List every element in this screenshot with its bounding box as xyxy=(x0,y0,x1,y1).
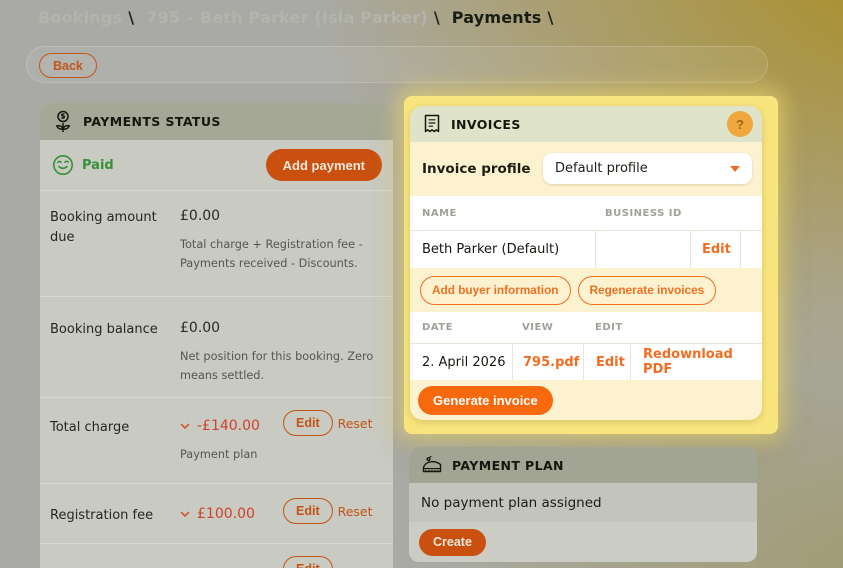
booking-balance-row: Booking balance £0.00 Net position for t… xyxy=(40,296,393,397)
invoice-profile-section: Invoice profile Default profile xyxy=(410,142,762,196)
payment-plan-header: PAYMENT PLAN xyxy=(409,447,757,483)
row-description: Net position for this booking. Zero mean… xyxy=(180,350,374,382)
buyer-table-row: Beth Parker (Default) Edit xyxy=(410,230,762,268)
column-header-view: VIEW xyxy=(522,322,554,333)
invoice-date-cell: 2. April 2026 xyxy=(422,354,506,370)
row-label: Total charge xyxy=(50,420,130,435)
row-label: Booking balance xyxy=(50,322,158,337)
invoice-profile-label: Invoice profile xyxy=(422,161,531,177)
toolbar: Back xyxy=(26,46,768,83)
row-value: -£140.00 xyxy=(197,418,260,434)
reset-total-charge-link[interactable]: Reset xyxy=(338,416,373,431)
row-description: Total charge + Registration fee - Paymen… xyxy=(180,238,363,270)
buyers-table-header: NAME BUSINESS ID xyxy=(410,196,762,230)
generate-invoice-button[interactable]: Generate invoice xyxy=(418,385,553,415)
breadcrumb-bookings[interactable]: Bookings xyxy=(38,8,122,27)
payment-plan-empty-message: No payment plan assigned xyxy=(409,483,757,522)
registration-fee-row: Registration fee £100.00 Edit Reset xyxy=(40,483,393,543)
edit-button[interactable]: Edit xyxy=(283,556,333,568)
edit-registration-fee-button[interactable]: Edit xyxy=(283,498,333,524)
payments-status-title: PAYMENTS STATUS xyxy=(83,114,221,129)
invoice-receipt-icon xyxy=(424,114,440,133)
caret-down-icon xyxy=(730,166,740,172)
invoices-panel: INVOICES ? Invoice profile Default profi… xyxy=(410,106,762,420)
breadcrumb-separator: \ xyxy=(547,8,554,27)
row-value: £0.00 xyxy=(180,320,221,336)
generate-invoice-section: Generate invoice xyxy=(410,380,762,420)
edit-buyer-link[interactable]: Edit xyxy=(702,242,731,257)
invoices-header: INVOICES ? xyxy=(410,106,762,142)
breadcrumb-booking-795[interactable]: 795 – Beth Parker (Isla Parker) xyxy=(146,8,428,27)
invoice-files-table-header: DATE VIEW EDIT xyxy=(410,312,762,344)
status-badge: Paid xyxy=(82,157,114,173)
breadcrumb-separator: \ xyxy=(128,8,135,27)
invoice-file-row: 2. April 2026 795.pdf Edit Redownload PD… xyxy=(410,344,762,380)
add-buyer-information-button[interactable]: Add buyer information xyxy=(420,275,571,305)
next-row-partial: Edit xyxy=(40,543,393,568)
edit-invoice-link[interactable]: Edit xyxy=(596,355,625,370)
payment-plan-title: PAYMENT PLAN xyxy=(452,457,564,473)
chevron-down-icon[interactable] xyxy=(180,418,190,434)
create-payment-plan-button[interactable]: Create xyxy=(419,528,486,556)
row-value: £0.00 xyxy=(180,208,221,224)
help-button[interactable]: ? xyxy=(727,111,753,137)
smiley-icon xyxy=(53,155,73,175)
add-payment-button[interactable]: Add payment xyxy=(265,149,382,181)
column-header-name: NAME xyxy=(422,207,457,219)
row-label: Booking amount due xyxy=(50,210,157,245)
reset-registration-fee-link[interactable]: Reset xyxy=(338,504,373,519)
cake-slice-icon xyxy=(422,456,442,473)
breadcrumb-payments: Payments xyxy=(451,8,542,27)
breadcrumb: Bookings \ 795 – Beth Parker (Isla Parker… xyxy=(38,8,560,27)
invoice-profile-value: Default profile xyxy=(555,161,648,176)
row-description: Payment plan xyxy=(180,448,258,461)
back-button[interactable]: Back xyxy=(39,53,97,78)
row-value: £100.00 xyxy=(197,506,255,522)
buyer-name-cell: Beth Parker (Default) xyxy=(422,242,560,257)
payments-status-header: PAYMENTS STATUS xyxy=(40,103,393,140)
invoices-title: INVOICES xyxy=(451,116,521,132)
chevron-down-icon[interactable] xyxy=(180,506,190,522)
payment-plan-footer: Create xyxy=(409,522,757,562)
buyer-business-id-cell xyxy=(595,231,690,268)
buyer-actions: Add buyer information Regenerate invoice… xyxy=(410,268,762,312)
booking-amount-due-row: Booking amount due £0.00 Total charge + … xyxy=(40,190,393,296)
invoice-profile-select[interactable]: Default profile xyxy=(543,153,752,184)
payments-status-panel: PAYMENTS STATUS Paid Add payment Booking… xyxy=(40,103,393,568)
buyer-extra-cell xyxy=(740,231,762,268)
payments-page: Bookings \ 795 – Beth Parker (Isla Parker… xyxy=(0,0,843,568)
column-header-date: DATE xyxy=(422,322,453,333)
payment-status-row: Paid Add payment xyxy=(40,140,393,190)
payment-plan-panel: PAYMENT PLAN No payment plan assigned Cr… xyxy=(409,447,757,562)
column-header-business-id: BUSINESS ID xyxy=(605,207,682,219)
row-label: Registration fee xyxy=(50,508,154,523)
breadcrumb-separator: \ xyxy=(433,8,440,27)
redownload-pdf-link[interactable]: Redownload PDF xyxy=(643,347,762,377)
money-plant-icon xyxy=(55,110,71,132)
invoices-spotlight-glow: INVOICES ? Invoice profile Default profi… xyxy=(404,96,778,434)
regenerate-invoices-button[interactable]: Regenerate invoices xyxy=(577,275,717,305)
column-header-edit: EDIT xyxy=(595,322,623,333)
total-charge-row: Total charge -£140.00 Payment plan Edit … xyxy=(40,397,393,483)
invoice-pdf-link[interactable]: 795.pdf xyxy=(523,355,579,370)
edit-total-charge-button[interactable]: Edit xyxy=(283,410,333,436)
